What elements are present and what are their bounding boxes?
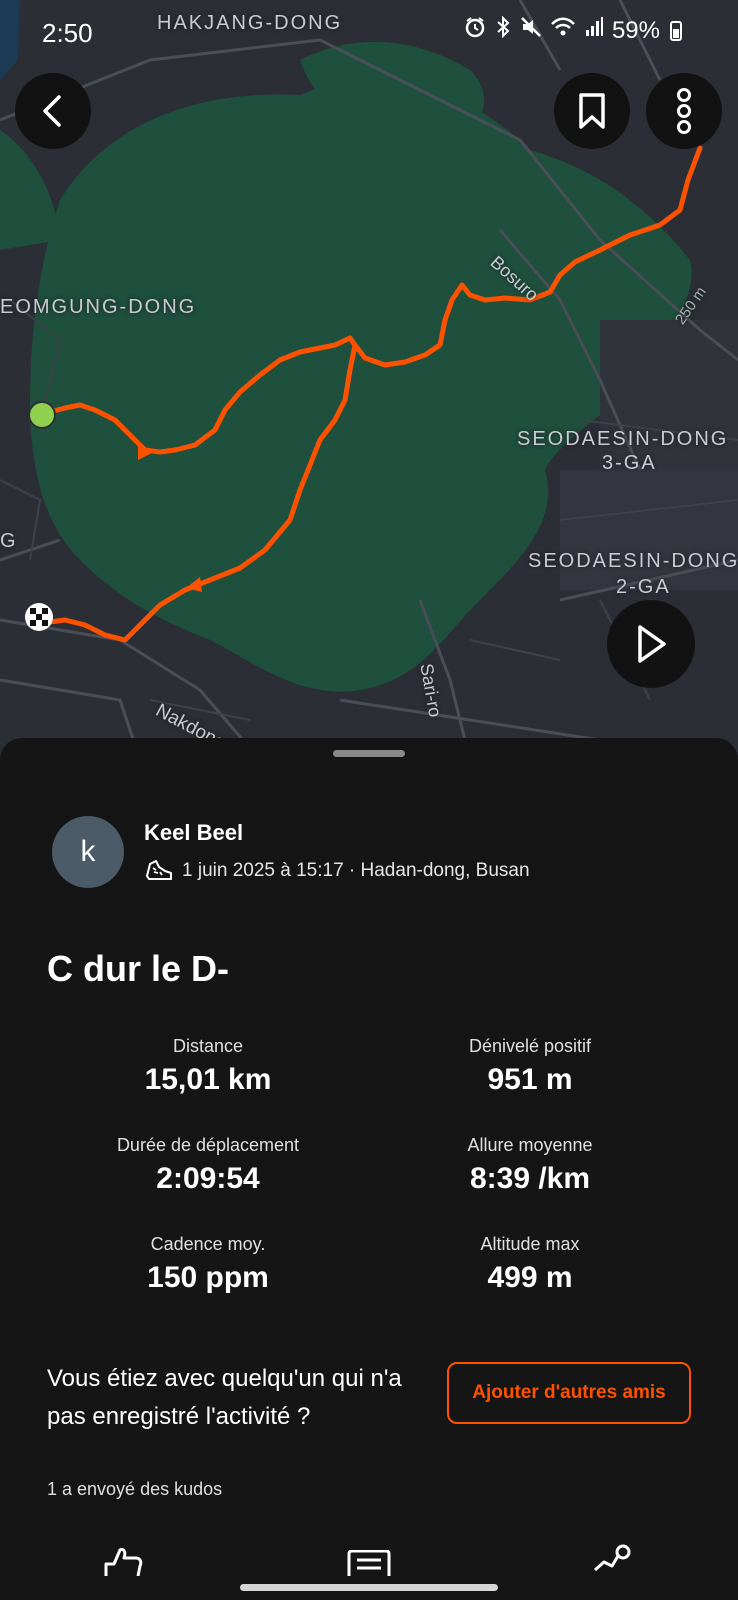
wifi-icon bbox=[550, 16, 576, 45]
athlete-header[interactable]: k Keel Beel 1 juin 2025 à 15:17 · Hadan-… bbox=[52, 816, 530, 888]
status-icons: 59% bbox=[464, 15, 682, 45]
status-bar: 2:50 59% bbox=[0, 0, 738, 64]
activity-meta: 1 juin 2025 à 15:17 · Hadan-dong, Busan bbox=[144, 858, 530, 884]
map-label-seodaesin3-line2: 3-GA bbox=[602, 452, 657, 474]
play-flyover-button[interactable] bbox=[607, 600, 695, 688]
activity-title: C dur le D- bbox=[47, 948, 230, 989]
stat-value: 8:39 /km bbox=[469, 1162, 591, 1195]
kudos-icon[interactable] bbox=[102, 1546, 146, 1581]
stat-value: 15,01 km bbox=[144, 1063, 272, 1096]
stat-label: Distance bbox=[172, 1036, 244, 1056]
stat-value: 2:09:54 bbox=[156, 1162, 260, 1195]
play-icon bbox=[634, 624, 668, 664]
signal-icon bbox=[584, 16, 604, 45]
shoe-icon bbox=[144, 858, 174, 884]
activity-map[interactable]: HAKJANG-DONG EOMGUNG-DONG SEODAESIN-DONG… bbox=[0, 0, 738, 760]
map-label-geomgung: EOMGUNG-DONG bbox=[0, 296, 197, 318]
activity-sheet: k Keel Beel 1 juin 2025 à 15:17 · Hadan-… bbox=[0, 738, 738, 1600]
map-label-edge-g: G bbox=[0, 530, 18, 552]
stat-value: 499 m bbox=[487, 1261, 573, 1294]
stat-value: 951 m bbox=[487, 1063, 573, 1096]
share-icon[interactable] bbox=[592, 1544, 632, 1577]
start-marker bbox=[28, 401, 56, 429]
battery-icon bbox=[670, 20, 682, 41]
stat-moving-time: Durée de déplacement 2:09:54 bbox=[28, 1135, 388, 1196]
stat-label: Dénivelé positif bbox=[468, 1036, 592, 1056]
stat-label: Altitude max bbox=[480, 1234, 580, 1254]
stat-label: Allure moyenne bbox=[467, 1135, 593, 1155]
stat-label: Durée de déplacement bbox=[116, 1135, 300, 1155]
athlete-info: Keel Beel 1 juin 2025 à 15:17 · Hadan-do… bbox=[144, 820, 530, 884]
mute-icon bbox=[520, 16, 542, 45]
more-button[interactable] bbox=[646, 73, 722, 149]
park-area bbox=[30, 80, 692, 692]
back-button[interactable] bbox=[15, 73, 91, 149]
stat-avg-pace: Allure moyenne 8:39 /km bbox=[350, 1135, 710, 1196]
stat-cadence: Cadence moy. 150 ppm bbox=[28, 1234, 388, 1295]
comment-icon[interactable] bbox=[346, 1549, 392, 1581]
stat-max-elevation: Altitude max 499 m bbox=[350, 1234, 710, 1295]
map-label-seodaesin2-line1: SEODAESIN-DONG bbox=[528, 550, 738, 572]
stat-value: 150 ppm bbox=[147, 1261, 269, 1294]
more-icon bbox=[675, 88, 693, 134]
stat-distance: Distance 15,01 km bbox=[28, 1036, 388, 1097]
stat-label: Cadence moy. bbox=[150, 1234, 266, 1254]
athlete-name[interactable]: Keel Beel bbox=[144, 820, 530, 846]
alarm-icon bbox=[464, 16, 486, 45]
status-time: 2:50 bbox=[42, 18, 93, 48]
kudos-count[interactable]: 1 a envoyé des kudos bbox=[47, 1479, 222, 1500]
bookmark-icon bbox=[577, 92, 607, 130]
map-label-seodaesin3-line1: SEODAESIN-DONG bbox=[517, 428, 729, 450]
back-icon bbox=[39, 94, 67, 128]
map-label-seodaesin2-line2: 2-GA bbox=[616, 576, 671, 598]
activity-date-location: 1 juin 2025 à 15:17 · Hadan-dong, Busan bbox=[182, 860, 530, 881]
finish-marker bbox=[25, 603, 53, 631]
home-indicator[interactable] bbox=[240, 1584, 498, 1591]
bookmark-button[interactable] bbox=[554, 73, 630, 149]
bluetooth-icon bbox=[494, 15, 512, 45]
add-friends-button[interactable]: Ajouter d'autres amis bbox=[447, 1362, 691, 1424]
battery-percent: 59% bbox=[611, 16, 660, 44]
drag-handle[interactable] bbox=[333, 750, 405, 757]
add-friends-prompt: Vous étiez avec quelqu'un qui n'a pas en… bbox=[47, 1365, 402, 1430]
avatar[interactable]: k bbox=[52, 816, 124, 888]
stat-elevation-gain: Dénivelé positif 951 m bbox=[350, 1036, 710, 1097]
